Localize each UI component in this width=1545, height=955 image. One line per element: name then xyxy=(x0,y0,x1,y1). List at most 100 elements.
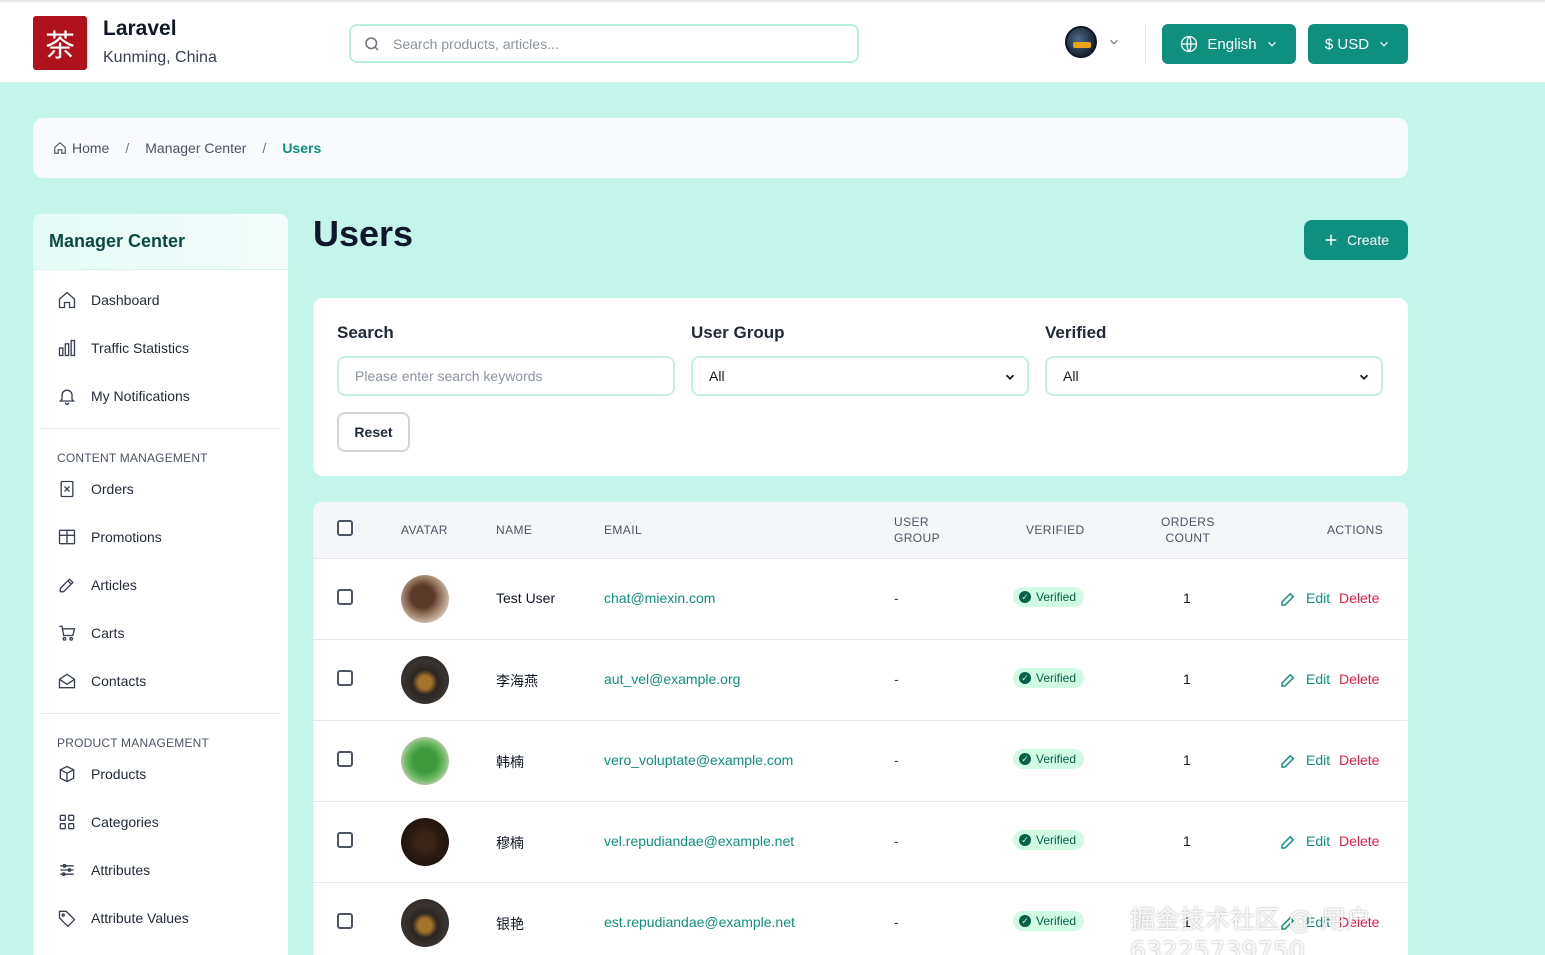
column-header-actions: ACTIONS xyxy=(1327,523,1384,537)
chevron-down-icon xyxy=(1380,41,1389,47)
breadcrumb-home[interactable]: Home xyxy=(72,140,109,156)
status-badge-label: Verified xyxy=(1036,914,1077,928)
edit-button[interactable]: Edit xyxy=(1306,752,1330,768)
sidebar-item-attributes[interactable]: Attributes xyxy=(33,846,288,894)
user-name: Test User xyxy=(496,590,556,606)
sidebar-item-my-notifications[interactable]: My Notifications xyxy=(33,372,288,420)
delete-button[interactable]: Delete xyxy=(1339,590,1379,606)
row-checkbox[interactable] xyxy=(337,670,353,686)
box-icon xyxy=(59,765,75,783)
column-header-orders-line1: ORDERS xyxy=(1161,515,1215,529)
user-email-link[interactable]: vero_voluptate@example.com xyxy=(604,752,793,768)
user-name: 韩楠 xyxy=(496,754,524,770)
tag-icon xyxy=(58,910,76,928)
verified-select[interactable]: All xyxy=(1045,356,1383,396)
user-menu[interactable] xyxy=(1065,26,1121,58)
reset-button[interactable]: Reset xyxy=(337,412,410,452)
mail-icon xyxy=(58,673,76,689)
user-email-link[interactable]: est.repudiandae@example.net xyxy=(604,914,795,930)
sidebar-item-dashboard[interactable]: Dashboard xyxy=(33,276,288,324)
user-email-link[interactable]: vel.repudiandae@example.net xyxy=(604,833,794,849)
chevron-down-icon xyxy=(1005,374,1015,380)
sidebar-item-attribute-values[interactable]: Attribute Values xyxy=(33,894,288,942)
breadcrumb-manager-center[interactable]: Manager Center xyxy=(145,140,246,156)
sidebar-item-label: Articles xyxy=(91,577,137,593)
chevron-down-icon xyxy=(1110,39,1118,45)
delete-button[interactable]: Delete xyxy=(1339,833,1379,849)
edit-icon xyxy=(59,578,74,593)
sidebar-item-articles[interactable]: Articles xyxy=(33,561,288,609)
filter-panel: Search User Group Verified Please enter … xyxy=(313,298,1408,476)
orders-count: 1 xyxy=(1183,590,1191,606)
delete-button[interactable]: Delete xyxy=(1339,752,1379,768)
row-checkbox[interactable] xyxy=(337,589,353,605)
edit-icon[interactable] xyxy=(1279,590,1297,608)
sidebar-item-promotions[interactable]: Promotions xyxy=(33,513,288,561)
brand-subtitle: Kunming, China xyxy=(103,49,217,66)
user-name: 银艳 xyxy=(496,916,524,932)
edit-icon[interactable] xyxy=(1279,752,1297,770)
sidebar-section-content: CONTENT MANAGEMENT xyxy=(57,451,208,465)
column-header-verified: VERIFIED xyxy=(1026,523,1085,537)
check-circle-icon: ✓ xyxy=(1019,753,1031,765)
avatar xyxy=(401,575,449,623)
edit-button[interactable]: Edit xyxy=(1306,671,1330,687)
logo[interactable]: 茶 xyxy=(33,16,87,70)
global-search xyxy=(349,24,859,63)
search-filter-input[interactable]: Please enter search keywords xyxy=(337,356,675,396)
chevron-down-icon xyxy=(1359,374,1369,380)
table-row: 韩楠 vero_voluptate@example.com - ✓ Verifie… xyxy=(313,721,1408,802)
create-label: Create xyxy=(1346,232,1390,248)
language-button[interactable]: English xyxy=(1162,24,1296,64)
verified-filter-label: Verified xyxy=(1045,323,1107,342)
column-header-user-group: USER GROUP xyxy=(894,514,940,546)
globe-icon xyxy=(1181,35,1198,53)
currency-button[interactable]: $ USD xyxy=(1308,24,1408,64)
page-title: Users xyxy=(313,213,414,254)
column-header-email: EMAIL xyxy=(604,523,643,537)
column-header-user-group-line1: USER xyxy=(894,515,929,529)
sidebar-item-categories[interactable]: Categories xyxy=(33,798,288,846)
sidebar-item-products[interactable]: Products xyxy=(33,750,288,798)
edit-icon[interactable] xyxy=(1279,833,1297,851)
breadcrumb-current: Users xyxy=(282,140,322,156)
global-search-input[interactable] xyxy=(393,35,823,52)
check-circle-icon: ✓ xyxy=(1019,834,1031,846)
user-email-link[interactable]: aut_vel@example.org xyxy=(604,671,740,687)
orders-icon xyxy=(60,480,74,498)
delete-button[interactable]: Delete xyxy=(1339,671,1379,687)
orders-count: 1 xyxy=(1183,752,1191,768)
status-badge: ✓ Verified xyxy=(1013,587,1085,607)
sidebar-divider xyxy=(41,428,280,429)
status-badge-label: Verified xyxy=(1036,590,1077,604)
row-checkbox[interactable] xyxy=(337,751,353,767)
top-header: 茶 Laravel Kunming, China English $ USD xyxy=(0,0,1545,83)
edit-button[interactable]: Edit xyxy=(1306,833,1330,849)
user-group-select[interactable]: All xyxy=(691,356,1029,396)
cart-icon xyxy=(59,625,76,641)
promotions-icon xyxy=(58,529,76,545)
status-badge: ✓ Verified xyxy=(1013,911,1085,931)
edit-button[interactable]: Edit xyxy=(1306,590,1330,606)
user-group-value: - xyxy=(894,671,899,687)
user-group-value: - xyxy=(894,590,899,606)
create-button[interactable]: Create xyxy=(1304,220,1408,260)
row-checkbox[interactable] xyxy=(337,913,353,929)
sidebar-item-contacts[interactable]: Contacts xyxy=(33,657,288,705)
orders-count: 1 xyxy=(1183,671,1191,687)
sidebar-item-orders[interactable]: Orders xyxy=(33,465,288,513)
edit-icon[interactable] xyxy=(1279,671,1297,689)
row-checkbox[interactable] xyxy=(337,832,353,848)
user-name: 李海燕 xyxy=(496,673,538,689)
user-email-link[interactable]: chat@miexin.com xyxy=(604,590,715,606)
sidebar-item-label: Attribute Values xyxy=(91,910,189,926)
select-all-checkbox[interactable] xyxy=(337,520,353,536)
sidebar-item-traffic-statistics[interactable]: Traffic Statistics xyxy=(33,324,288,372)
sidebar-item-label: Contacts xyxy=(91,673,147,689)
header-divider xyxy=(1145,24,1146,64)
sliders-icon xyxy=(60,863,74,877)
user-group-value: - xyxy=(894,752,899,768)
breadcrumb-separator: / xyxy=(125,140,130,156)
sidebar-item-carts[interactable]: Carts xyxy=(33,609,288,657)
verified-select-value: All xyxy=(1063,368,1079,384)
